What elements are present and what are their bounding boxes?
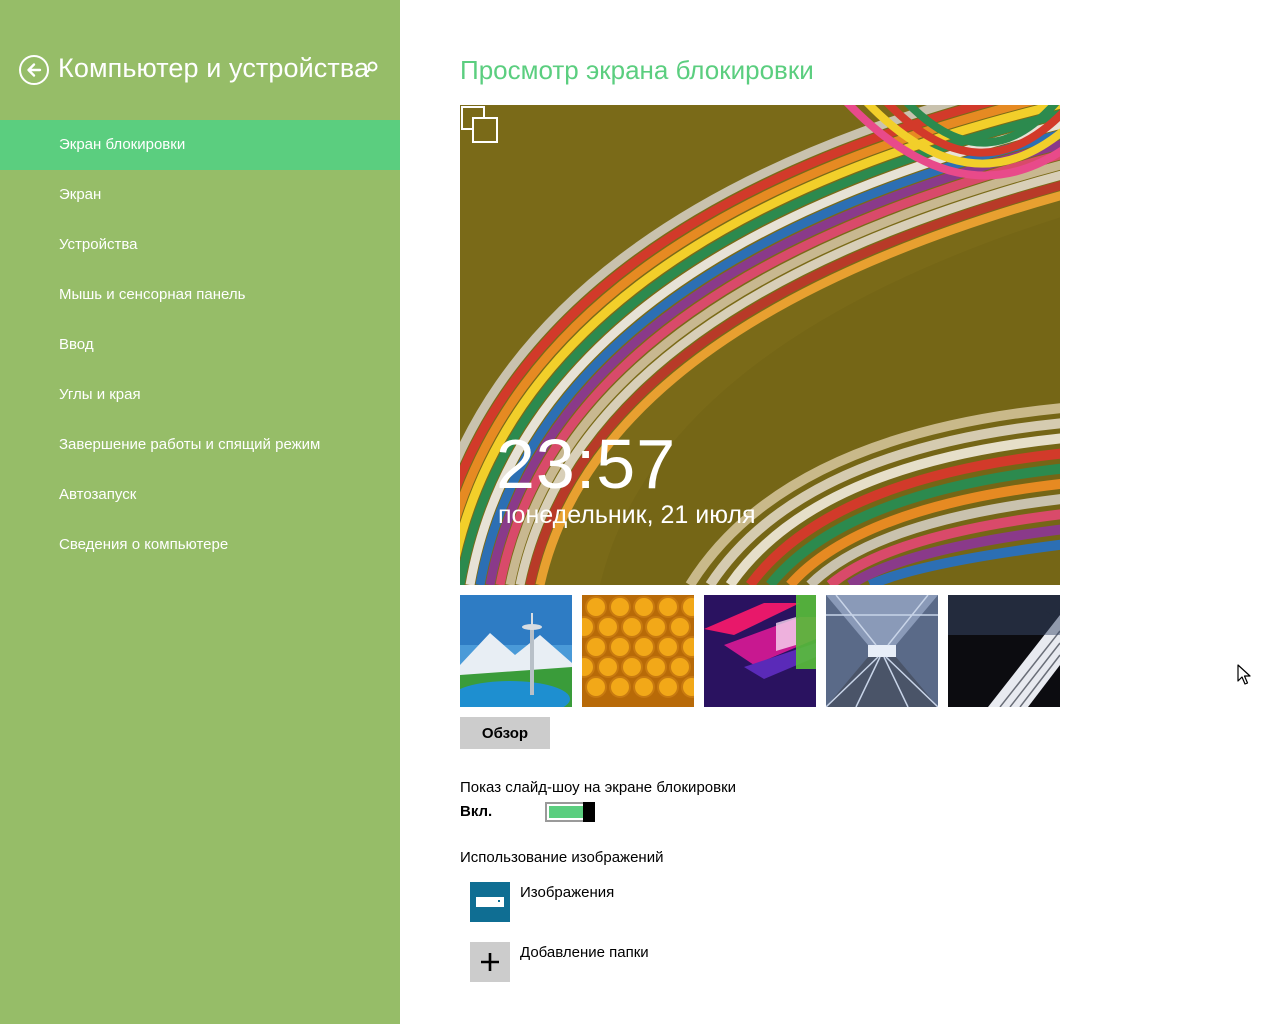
sidebar-item-devices[interactable]: Устройства — [0, 220, 400, 270]
sidebar-item-power-sleep[interactable]: Завершение работы и спящий режим — [0, 420, 400, 470]
slideshow-label: Показ слайд-шоу на экране блокировки — [460, 779, 737, 796]
add-icon — [481, 953, 499, 971]
sidebar-item-autoplay[interactable]: Автозапуск — [0, 470, 400, 520]
back-button[interactable] — [19, 55, 49, 85]
sidebar-item-display[interactable]: Экран — [0, 170, 400, 220]
sidebar-nav: Экран блокировки Экран Устройства Мышь и… — [0, 120, 400, 570]
back-arrow-icon — [27, 63, 42, 77]
sidebar-item-mouse-touchpad[interactable]: Мышь и сенсорная панель — [0, 270, 400, 320]
browse-button[interactable]: Обзор — [460, 717, 550, 749]
search-icon — [363, 61, 378, 76]
search-button[interactable] — [362, 60, 380, 78]
thumbnail-piano-keys[interactable] — [948, 595, 1060, 707]
sidebar-item-corners-edges[interactable]: Углы и края — [0, 370, 400, 420]
lock-screen-date: понедельник, 21 июля — [498, 501, 756, 529]
sidebar-item-typing[interactable]: Ввод — [0, 320, 400, 370]
images-folder-tile[interactable] — [470, 882, 510, 922]
thumbnail-space-needle[interactable] — [460, 595, 572, 707]
sidebar-item-pc-info[interactable]: Сведения о компьютере — [0, 520, 400, 570]
sidebar-item-lock-screen[interactable]: Экран блокировки — [0, 120, 400, 170]
images-section-label: Использование изображений — [460, 849, 664, 866]
images-folder-label[interactable]: Изображения — [520, 884, 614, 901]
lock-screen-time: 23:57 — [496, 425, 677, 503]
mouse-cursor-icon — [1237, 664, 1251, 685]
images-folder-icon — [476, 897, 504, 907]
toggle-fill — [549, 806, 583, 818]
lock-screen-preview: 23:57 понедельник, 21 июля — [460, 105, 1060, 585]
sidebar: Компьютер и устройства Экран блокировки … — [0, 0, 400, 1024]
thumbnail-abstract-shapes[interactable] — [704, 595, 816, 707]
page-title: Просмотр экрана блокировки — [460, 55, 814, 85]
wallpaper-thumbnails — [460, 595, 1060, 707]
sidebar-title: Компьютер и устройства — [58, 53, 370, 83]
slideshow-toggle[interactable] — [545, 802, 595, 822]
toggle-thumb[interactable] — [583, 802, 595, 822]
add-folder-button[interactable] — [470, 942, 510, 982]
slideshow-state-label: Вкл. — [460, 803, 493, 820]
add-folder-label[interactable]: Добавление папки — [520, 944, 649, 961]
thumbnail-honeycomb[interactable] — [582, 595, 694, 707]
slideshow-icon — [461, 106, 498, 143]
thumbnail-tunnel[interactable] — [826, 595, 938, 707]
